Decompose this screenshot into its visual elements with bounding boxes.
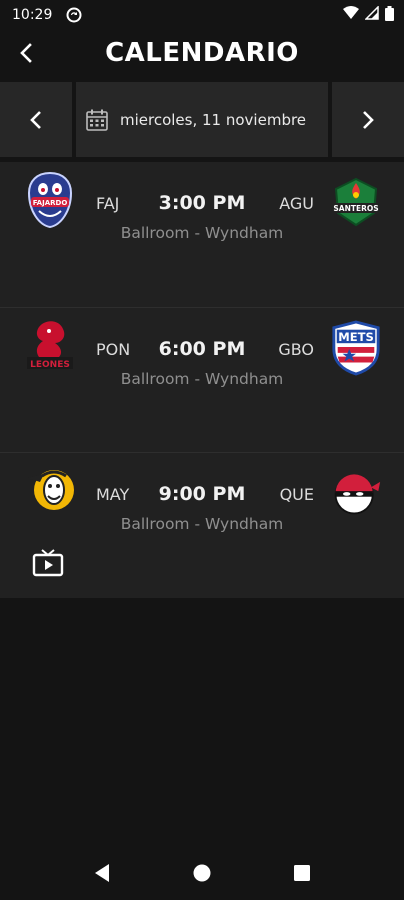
away-team-abbr: GBO — [278, 340, 314, 359]
chevron-left-icon — [30, 110, 41, 129]
system-home-button[interactable] — [190, 861, 214, 885]
svg-text:LEONES: LEONES — [30, 360, 70, 370]
tv-icon — [32, 549, 64, 577]
wifi-icon — [343, 6, 359, 24]
triangle-back-icon — [95, 864, 109, 882]
square-recents-icon — [294, 865, 310, 881]
away-team-abbr: AGU — [279, 194, 314, 213]
status-time: 10:29 — [12, 7, 53, 23]
date-picker-button[interactable]: miercoles, 11 noviembre — [76, 82, 328, 157]
team-logo-gbo: METS — [330, 320, 382, 376]
system-navigation-bar — [0, 846, 404, 900]
back-arrow-icon — [20, 43, 32, 63]
system-recents-button[interactable] — [290, 861, 314, 885]
game-venue: Ballroom - Wyndham — [120, 224, 284, 242]
game-row[interactable]: FAJARDO FAJ 3:00 PM AGU SANTEROS Ballroo… — [0, 162, 404, 306]
previous-day-button[interactable] — [0, 82, 72, 157]
date-navigation: miercoles, 11 noviembre — [0, 82, 404, 157]
sync-icon — [66, 7, 82, 23]
page-title: CALENDARIO — [105, 38, 299, 68]
calendar-icon — [86, 109, 108, 131]
status-bar: 10:29 — [0, 0, 404, 30]
current-date: miercoles, 11 noviembre — [120, 110, 307, 129]
app-bar: CALENDARIO — [0, 30, 404, 76]
games-list: FAJARDO FAJ 3:00 PM AGU SANTEROS Ballroo… — [0, 162, 404, 598]
svg-text:SANTEROS: SANTEROS — [333, 204, 378, 213]
signal-icon — [364, 5, 379, 24]
game-venue: Ballroom - Wyndham — [120, 370, 284, 388]
team-logo-agu: SANTEROS — [330, 174, 382, 230]
game-row[interactable]: LEONES PON 6:00 PM GBO METS Ballroom - W… — [0, 307, 404, 451]
game-venue: Ballroom - Wyndham — [120, 515, 284, 533]
chevron-right-icon — [363, 110, 374, 129]
battery-icon — [385, 5, 394, 25]
svg-text:METS: METS — [338, 330, 374, 344]
system-back-button[interactable] — [90, 861, 114, 885]
next-day-button[interactable] — [332, 82, 404, 157]
back-button[interactable] — [14, 40, 40, 66]
team-logo-que — [330, 465, 382, 521]
watch-tv-button[interactable] — [32, 548, 64, 578]
away-team-abbr: QUE — [279, 485, 314, 504]
circle-home-icon — [193, 864, 211, 882]
